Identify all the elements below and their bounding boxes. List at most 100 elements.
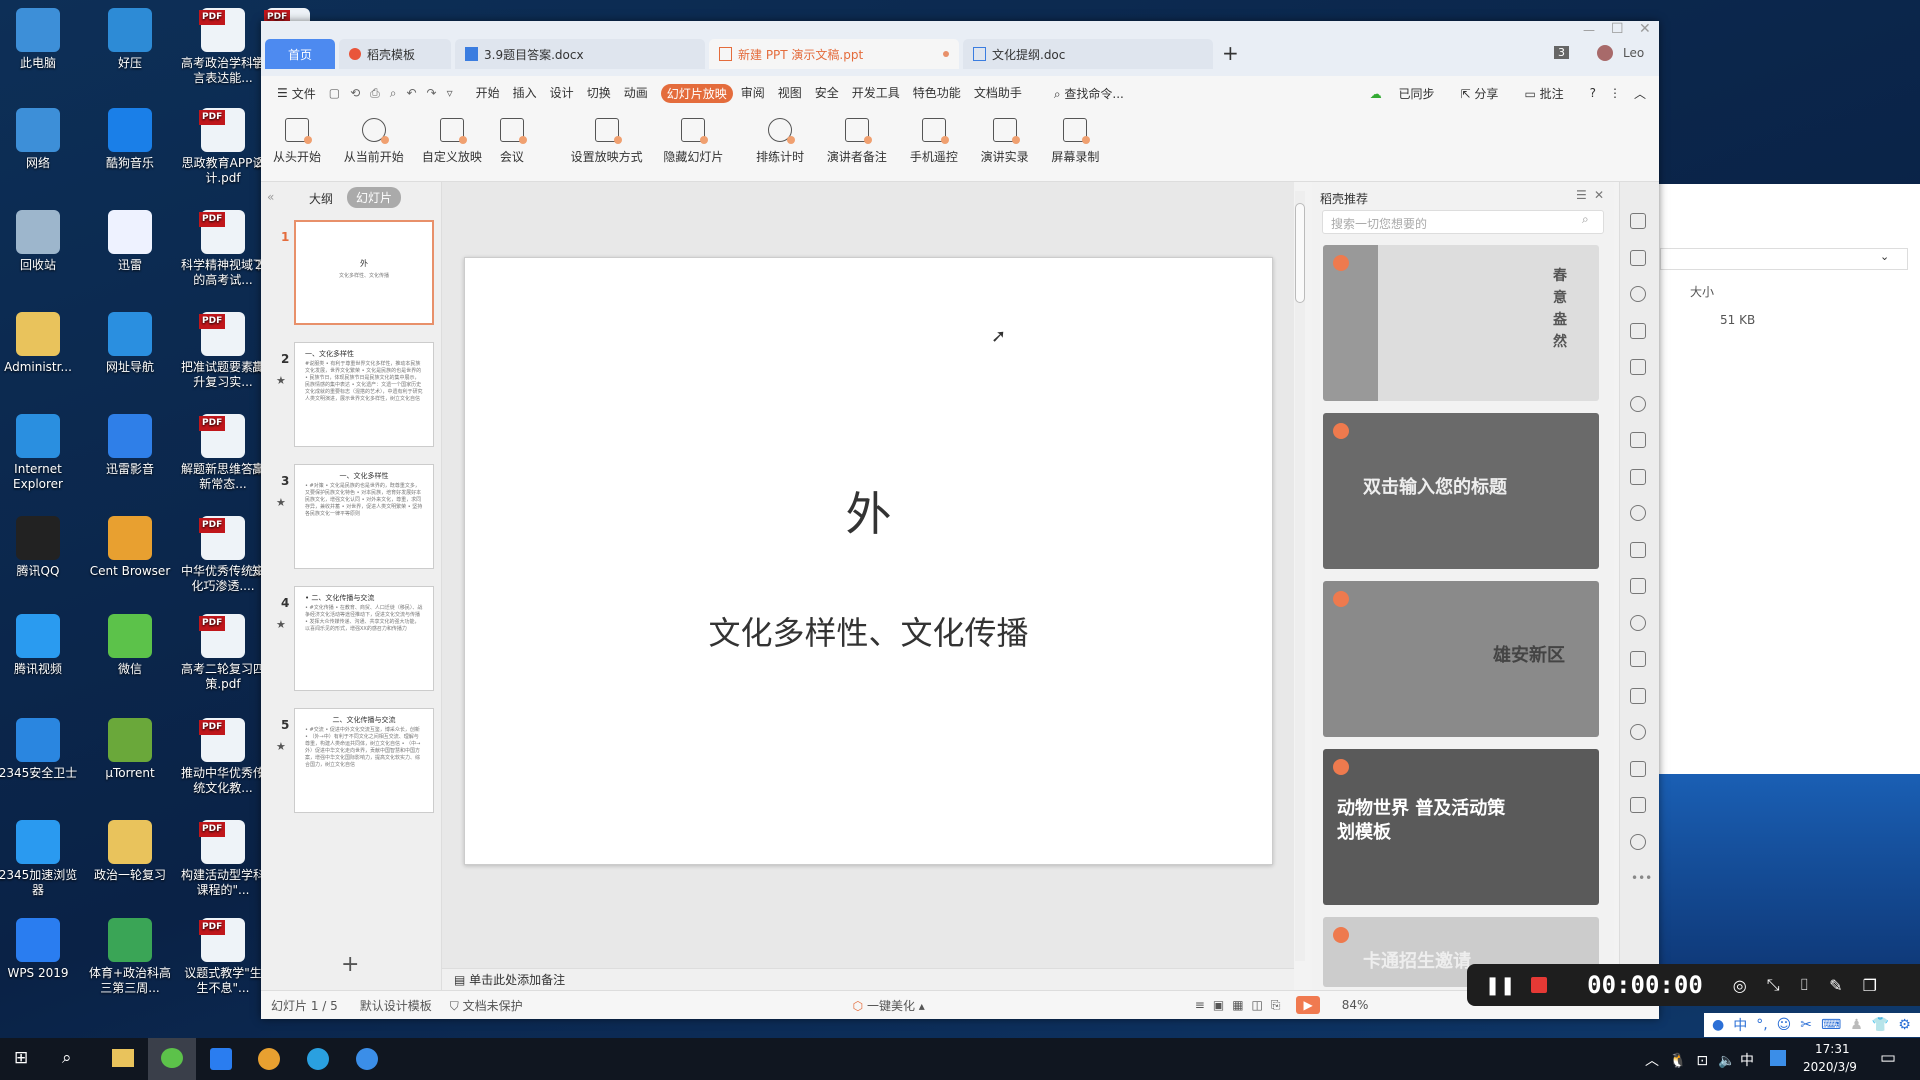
ribbon-button[interactable]: 演讲者备注: [827, 118, 887, 165]
desktop-icon[interactable]: 此电脑: [0, 8, 80, 71]
menu-item[interactable]: 插入: [513, 84, 537, 103]
sound-icon[interactable]: [1630, 687, 1646, 704]
more-icon[interactable]: ⋮: [1609, 86, 1621, 100]
tray-icons[interactable]: ︿🐧⊡🔈: [1645, 1050, 1746, 1070]
shapes-icon[interactable]: [1630, 286, 1646, 302]
slide-thumbnail[interactable]: • 二、文化传播与交流 • #文化传播 • 在教育、商贸、人口迁徙（移民）、战争经…: [294, 586, 434, 691]
menu-item[interactable]: 切换: [587, 84, 611, 103]
desktop-icon[interactable]: WPS 2019: [0, 918, 80, 981]
desktop-icon[interactable]: 酷狗音乐: [88, 108, 172, 171]
play-slideshow-button[interactable]: ▶: [1296, 996, 1320, 1014]
ime-lang[interactable]: 中: [1733, 1015, 1747, 1035]
ribbon-button[interactable]: 自定义放映: [422, 118, 482, 165]
slide-title[interactable]: 外: [465, 478, 1272, 544]
history-icon[interactable]: [1630, 760, 1646, 777]
punct-icon[interactable]: °,: [1756, 1017, 1767, 1033]
notes-area[interactable]: ▤ 单击此处添加备注: [442, 968, 1294, 990]
pen-icon[interactable]: ✎: [1829, 976, 1842, 995]
chart-icon[interactable]: [1630, 468, 1646, 485]
chevron-down-icon[interactable]: ⌄: [1880, 250, 1889, 263]
ribbon-button[interactable]: 演讲实录: [981, 118, 1029, 165]
ribbon-button[interactable]: 屏幕录制: [1051, 118, 1099, 165]
tab-culture-outline[interactable]: 文化提纲.doc: [963, 39, 1213, 69]
start-button[interactable]: ⊞: [14, 1048, 28, 1068]
slide-thumbnail[interactable]: 二、文化传播与交流 • #交流 • 促进中外文化交流互鉴，博采众长，创新 • （外…: [294, 708, 434, 813]
skin-icon[interactable]: 👕: [1872, 1017, 1889, 1033]
design-template[interactable]: 默认设计模板: [360, 997, 432, 1014]
menu-item[interactable]: 动画: [624, 84, 648, 103]
avatar[interactable]: [1597, 45, 1613, 61]
desktop-icon[interactable]: 网络: [0, 108, 80, 171]
menu-item[interactable]: 安全: [815, 84, 839, 103]
window-icon[interactable]: ❐: [1863, 976, 1877, 995]
star-icon[interactable]: [1630, 213, 1646, 229]
zoom-level[interactable]: 84%: [1342, 998, 1369, 1012]
add-slide-button[interactable]: +: [341, 952, 359, 977]
table-icon[interactable]: [1630, 395, 1646, 412]
user-name[interactable]: Leo: [1623, 46, 1644, 60]
help-icon[interactable]: [1630, 797, 1646, 813]
search-icon[interactable]: ⌕: [1582, 212, 1589, 227]
menu-item[interactable]: 审阅: [741, 84, 765, 103]
slide-thumbnail[interactable]: 一、文化多样性 #说服类 • 有利于尊重世界文化多样性，推动本民族文化发展，世界文…: [294, 342, 434, 447]
region-icon[interactable]: ◎: [1733, 976, 1747, 995]
slide-thumbnail[interactable]: 外文化多样性、文化传播: [294, 220, 434, 325]
menu-item[interactable]: 开始: [476, 84, 500, 103]
ribbon-button[interactable]: 手机遥控: [910, 118, 958, 165]
emoji-icon[interactable]: ☺: [1777, 1017, 1792, 1033]
collapse-ribbon-icon[interactable]: ︿: [1634, 85, 1646, 102]
menu-item[interactable]: 特色功能: [913, 84, 961, 103]
tab-doc-answers[interactable]: 3.9题目答案.docx: [455, 39, 705, 69]
settings-sliders-icon[interactable]: [1630, 505, 1646, 521]
desktop-icon[interactable]: Cent Browser: [88, 516, 172, 579]
menu-item[interactable]: 文档助手: [974, 84, 1022, 103]
layers-icon[interactable]: [1630, 249, 1646, 266]
taskbar-recorder[interactable]: [307, 1048, 329, 1070]
ribbon-button[interactable]: 会议: [499, 118, 527, 165]
tab-home[interactable]: 首页: [265, 39, 335, 69]
taskbar-browser[interactable]: [356, 1048, 378, 1070]
ime-avatar-icon[interactable]: ●: [1712, 1017, 1724, 1033]
scissors-icon[interactable]: ✂: [1800, 1017, 1812, 1033]
menu-item[interactable]: 开发工具: [852, 84, 900, 103]
desktop-icon[interactable]: Administr...: [0, 312, 80, 375]
camera-icon[interactable]: ⌷: [1800, 975, 1810, 995]
clock-time[interactable]: 17:31: [1815, 1042, 1850, 1056]
hamburger-icon[interactable]: ☰: [277, 86, 288, 100]
panel-title[interactable]: 稻壳推荐: [1320, 190, 1368, 207]
dot-icon[interactable]: [1630, 724, 1646, 740]
address-bar[interactable]: [1660, 248, 1908, 270]
desktop-icon[interactable]: 回收站: [0, 210, 80, 273]
ribbon-button[interactable]: 隐藏幻灯片: [663, 118, 723, 165]
close-button[interactable]: ✕: [1639, 21, 1651, 37]
sync-button[interactable]: ☁ 已同步: [1370, 85, 1448, 102]
protect-status[interactable]: ⛉ 文档未保护: [450, 997, 523, 1014]
filter-icon[interactable]: ☰: [1576, 188, 1587, 202]
collapse-panel-icon[interactable]: «: [267, 190, 274, 204]
search-command[interactable]: ⌕ 查找命令...: [1054, 85, 1137, 102]
ribbon-button[interactable]: 设置放映方式: [571, 118, 643, 165]
cube-icon[interactable]: [1630, 833, 1646, 850]
pause-icon[interactable]: ❚❚: [1485, 975, 1515, 996]
menu-item[interactable]: 幻灯片放映: [660, 83, 733, 103]
image-icon[interactable]: [1630, 651, 1646, 667]
notification-icon[interactable]: ▭: [1880, 1048, 1896, 1068]
desktop-icon[interactable]: 微信: [88, 614, 172, 677]
beautify-button[interactable]: ⬡ 一键美化 ▴: [853, 997, 925, 1014]
file-menu[interactable]: 文件: [292, 85, 316, 102]
ribbon-button[interactable]: 从头开始: [273, 118, 321, 165]
vertical-scrollbar[interactable]: [1295, 191, 1305, 961]
share-button[interactable]: ⇱ 分享: [1461, 85, 1512, 102]
search-icon[interactable]: ⌕: [62, 1048, 72, 1068]
current-slide[interactable]: 外 文化多样性、文化传播: [464, 257, 1273, 865]
triangle-icon[interactable]: [1630, 359, 1646, 375]
desktop-icon[interactable]: 迅雷影音: [88, 414, 172, 477]
maximize-button[interactable]: ☐: [1611, 21, 1624, 37]
close-panel-icon[interactable]: ✕: [1594, 188, 1604, 202]
tab-outline[interactable]: 大纲: [309, 190, 333, 207]
ribbon-button[interactable]: 从当前开始: [344, 118, 404, 165]
box-icon[interactable]: [1630, 614, 1646, 631]
desktop-icon[interactable]: 好压: [88, 8, 172, 71]
desktop-icon[interactable]: 迅雷: [88, 210, 172, 273]
clock-date[interactable]: 2020/3/9: [1803, 1060, 1857, 1074]
